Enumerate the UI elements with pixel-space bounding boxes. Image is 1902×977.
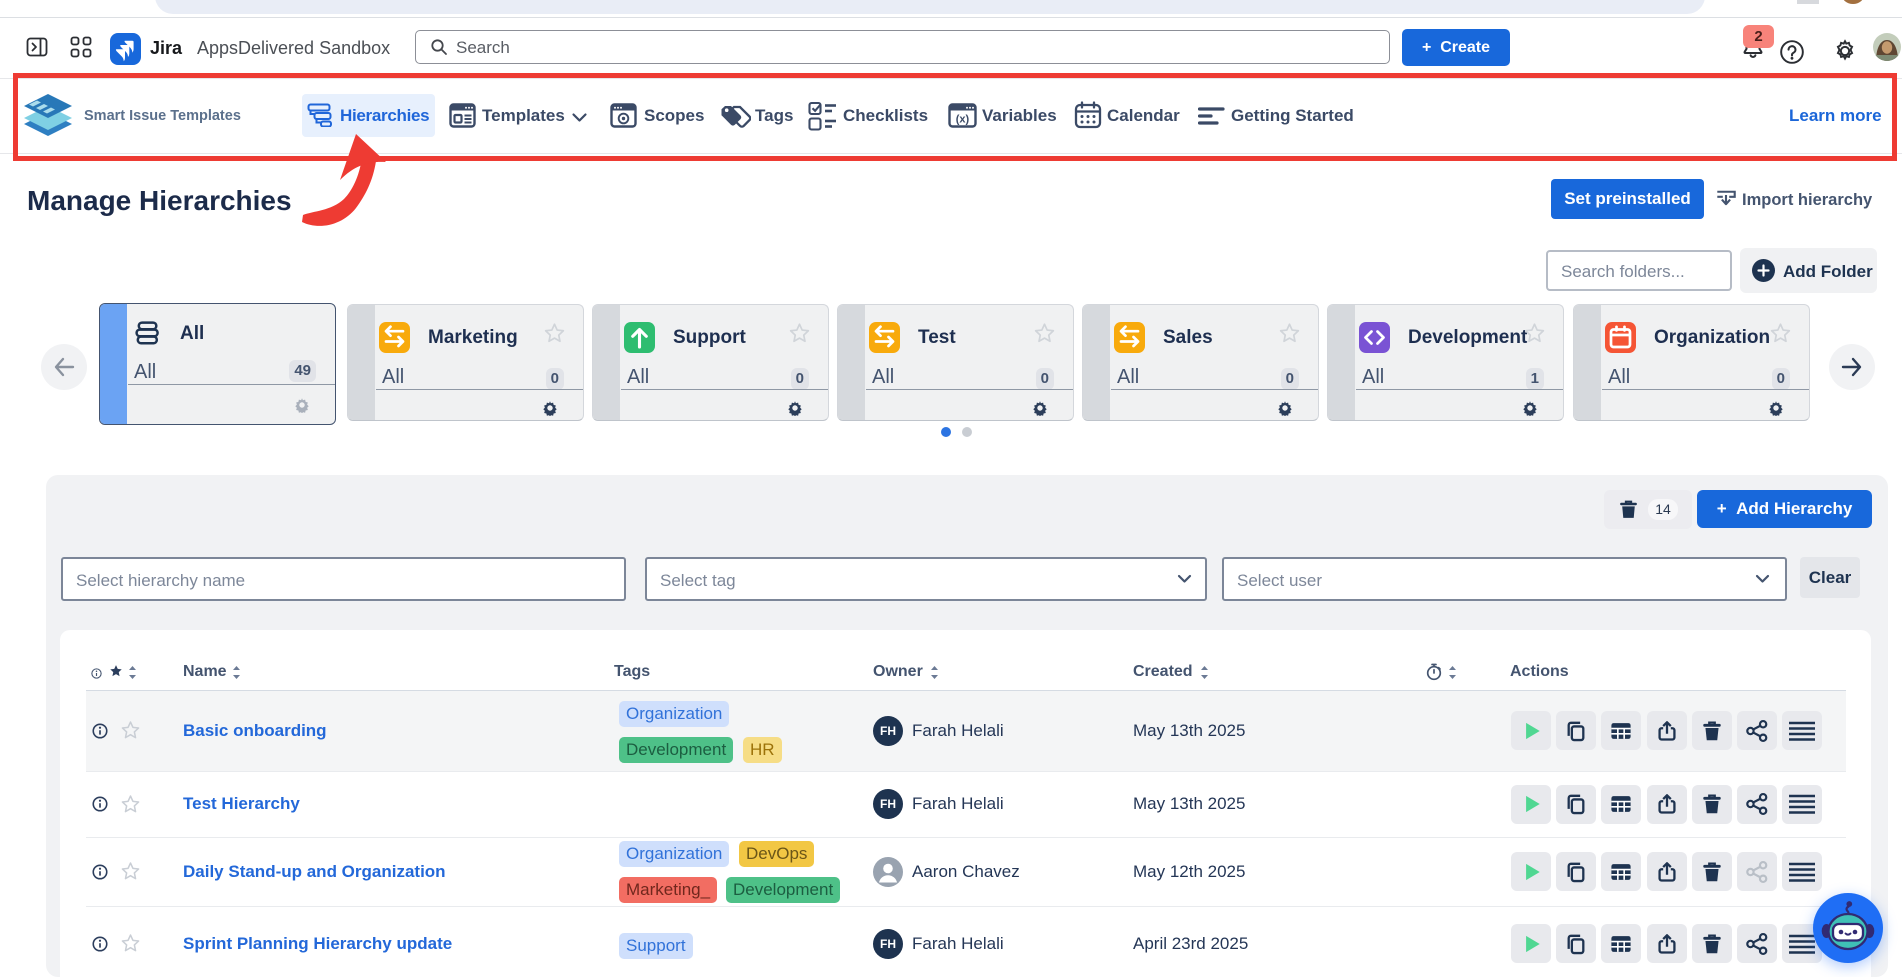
svg-text:(x): (x) [956, 114, 970, 126]
